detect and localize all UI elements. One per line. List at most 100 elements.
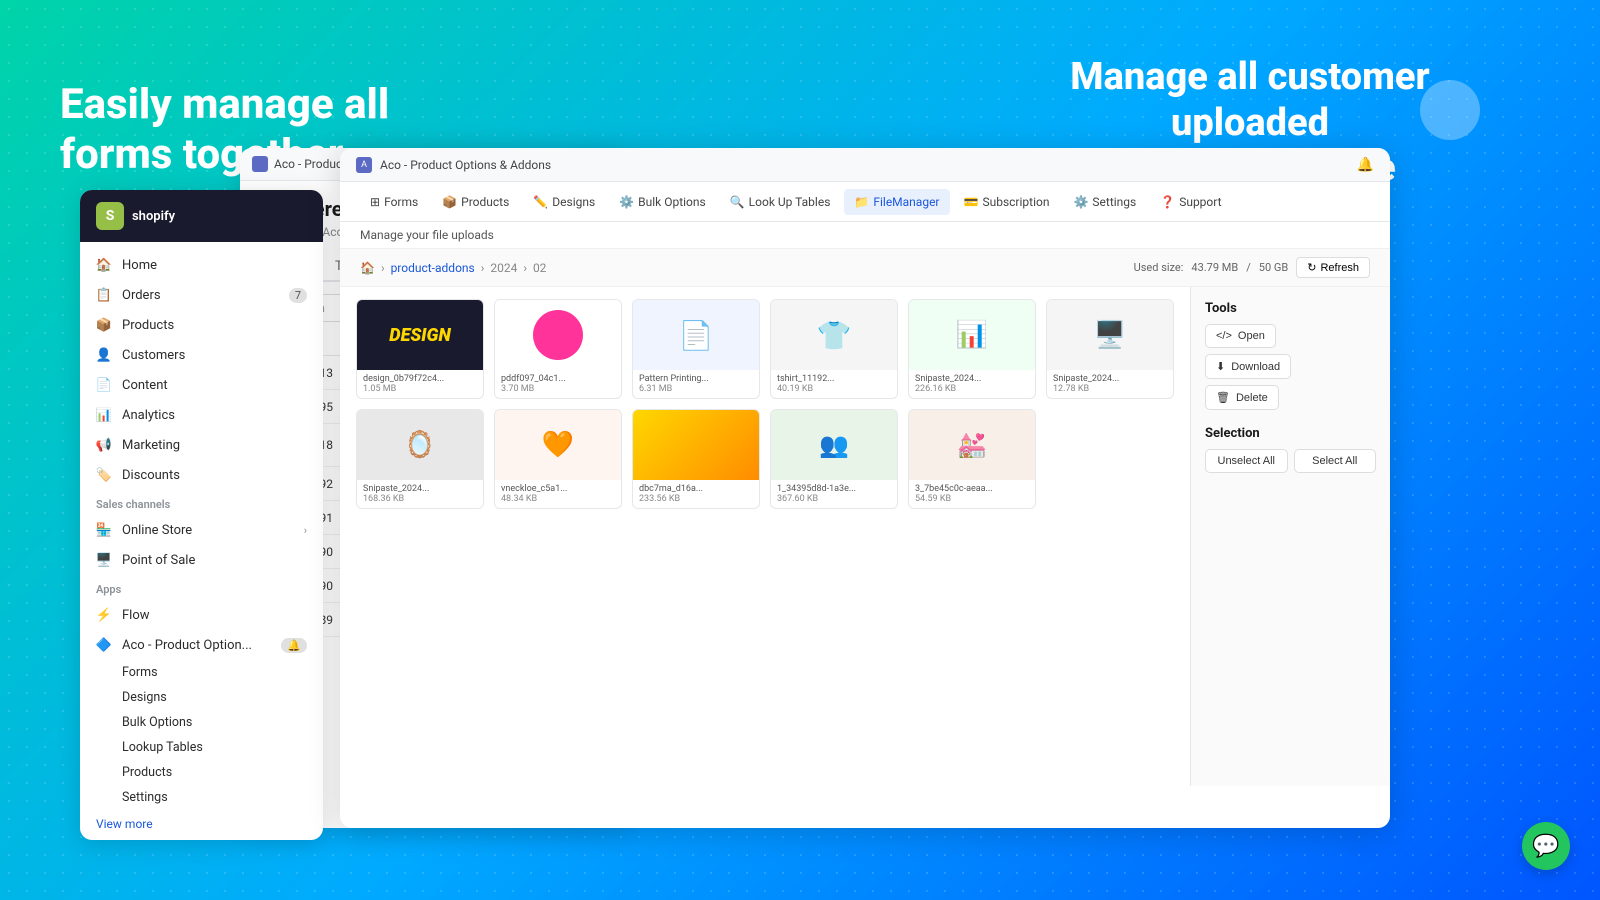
aco-notification-icon: 🔔 xyxy=(281,638,307,653)
sidebar-item-analytics[interactable]: 📊 Analytics xyxy=(80,400,323,430)
shirt-orange-thumb: 🧡 xyxy=(495,410,621,480)
file-item[interactable]: dbc7ma_d16a... 233.56 KB xyxy=(632,409,760,509)
file-item[interactable]: DESIGN design_0b79f72c4... 1.05 MB xyxy=(356,299,484,399)
customers-icon: 👤 xyxy=(96,347,112,363)
bell-icon[interactable]: 🔔 xyxy=(1357,157,1374,173)
file-item[interactable]: 📄 Pattern Printing... 6.31 MB xyxy=(632,299,760,399)
file-size: 1.05 MB xyxy=(363,384,477,394)
breadcrumb-product-addons[interactable]: product-addons xyxy=(391,261,475,275)
file-item[interactable]: 👕 tshirt_11192... 40.19 KB xyxy=(770,299,898,399)
app-icon: A xyxy=(356,157,372,173)
sidebar-item-aco[interactable]: 🔷 Aco - Product Option... 🔔 xyxy=(80,630,323,660)
analytics-icon: 📊 xyxy=(96,407,112,423)
sidebar-label-pos: Point of Sale xyxy=(122,553,195,568)
file-size: 54.59 KB xyxy=(915,494,1029,504)
lookup-tables-sublabel: Lookup Tables xyxy=(122,740,203,755)
breadcrumb-year: 2024 xyxy=(490,261,517,275)
file-name: pddf097_04c1... xyxy=(501,374,615,384)
file-name: Pattern Printing... xyxy=(639,374,753,384)
gold-thumb xyxy=(633,410,759,480)
view-more-link[interactable]: View more xyxy=(80,810,323,838)
file-item[interactable]: 📊 Snipaste_2024... 226.16 KB xyxy=(908,299,1036,399)
unselect-all-button[interactable]: Unselect All xyxy=(1205,449,1288,473)
right-hero-line1: Manage all customer uploaded xyxy=(1070,55,1429,145)
content-area: DESIGN design_0b79f72c4... 1.05 MB xyxy=(340,287,1390,786)
nav-designs[interactable]: ✏️ Designs xyxy=(523,189,605,215)
nav-subscription-label: Subscription xyxy=(982,195,1049,209)
doc-thumb: 📄 xyxy=(633,300,759,370)
open-button[interactable]: </> Open xyxy=(1205,324,1276,348)
nav-support[interactable]: ❓ Support xyxy=(1150,189,1231,215)
nav-filemanager[interactable]: 📁 FileManager xyxy=(844,189,949,215)
download-button[interactable]: ⬇ Download xyxy=(1205,354,1291,379)
sidebar-item-customers[interactable]: 👤 Customers xyxy=(80,340,323,370)
sidebar-label-home: Home xyxy=(122,258,157,273)
sidebar-sub-bulk-options[interactable]: Bulk Options xyxy=(80,710,323,735)
nav-settings[interactable]: ⚙️ Settings xyxy=(1063,189,1146,215)
file-item[interactable]: 👥 1_34395d8d-1a3e... 367.60 KB xyxy=(770,409,898,509)
chevron-right-icon: › xyxy=(304,524,307,537)
sidebar-sub-settings[interactable]: Settings xyxy=(80,785,323,810)
delete-icon: 🗑 xyxy=(1216,391,1230,404)
file-grid-row2: 🪞 Snipaste_2024... 168.36 KB 🧡 vneckloe_… xyxy=(356,409,1174,509)
forms-sublabel: Forms xyxy=(122,665,158,680)
file-item[interactable]: 🖥️ Snipaste_2024... 12.78 KB xyxy=(1046,299,1174,399)
aco-icon: 🔷 xyxy=(96,637,112,653)
storage-label: Used size: xyxy=(1134,261,1184,274)
delete-button[interactable]: 🗑 Delete xyxy=(1205,385,1279,410)
sidebar-sub-products[interactable]: Products xyxy=(80,760,323,785)
sidebar-item-content[interactable]: 📄 Content xyxy=(80,370,323,400)
file-name: 1_34395d8d-1a3e... xyxy=(777,484,891,494)
nav-lookup-tables[interactable]: 🔍 Look Up Tables xyxy=(720,189,841,215)
nav-forms[interactable]: ⊞ Forms xyxy=(360,189,428,215)
nav-products[interactable]: 📦 Products xyxy=(432,189,519,215)
shopify-sidebar: S shopify 🏠 Home 📋 Orders 7 📦 Products 👤… xyxy=(80,190,323,840)
bulk-options-sublabel: Bulk Options xyxy=(122,715,192,730)
chat-icon: 💬 xyxy=(1532,834,1559,859)
people-thumb: 👥 xyxy=(771,410,897,480)
select-all-button[interactable]: Select All xyxy=(1294,449,1377,473)
products-sublabel: Products xyxy=(122,765,172,780)
file-item[interactable]: 💒 3_7be45c0c-aeaa... 54.59 KB xyxy=(908,409,1036,509)
sidebar-item-orders[interactable]: 📋 Orders 7 xyxy=(80,280,323,310)
sidebar-label-discounts: Discounts xyxy=(122,468,180,483)
file-item[interactable]: 🪞 Snipaste_2024... 168.36 KB xyxy=(356,409,484,509)
sidebar-label-content: Content xyxy=(122,378,168,393)
products-nav-icon: 📦 xyxy=(442,195,457,209)
sidebar-sub-designs[interactable]: Designs xyxy=(80,685,323,710)
sidebar-item-discounts[interactable]: 🏷️ Discounts xyxy=(80,460,323,490)
discounts-icon: 🏷️ xyxy=(96,467,112,483)
nav-subscription[interactable]: 💳 Subscription xyxy=(954,189,1060,215)
download-label: Download xyxy=(1231,361,1280,373)
title-bar-text: Aco - Product Options & Addons xyxy=(380,158,1349,172)
sidebar-item-flow[interactable]: ⚡ Flow xyxy=(80,600,323,630)
file-item[interactable]: 🧡 vneckloe_c5a1... 48.34 KB xyxy=(494,409,622,509)
product-thumb: 🖥️ xyxy=(1047,300,1173,370)
file-name: tshirt_11192... xyxy=(777,374,891,384)
wardrobe-thumb: 🪞 xyxy=(357,410,483,480)
sidebar-item-home[interactable]: 🏠 Home xyxy=(80,250,323,280)
sidebar-item-products[interactable]: 📦 Products xyxy=(80,310,323,340)
pink-circle-thumb xyxy=(495,300,621,370)
select-all-label: Select All xyxy=(1312,455,1357,467)
file-item[interactable]: pddf097_04c1... 3.70 MB xyxy=(494,299,622,399)
sidebar-sub-lookup-tables[interactable]: Lookup Tables xyxy=(80,735,323,760)
storage-info: Used size: 43.79 MB / 50 GB ↻ Refresh xyxy=(1134,257,1370,278)
nav-products-label: Products xyxy=(461,195,509,209)
sidebar-item-point-of-sale[interactable]: 🖥️ Point of Sale xyxy=(80,545,323,575)
sidebar-sub-forms[interactable]: Forms xyxy=(80,660,323,685)
file-size: 3.70 MB xyxy=(501,384,615,394)
file-size: 6.31 MB xyxy=(639,384,753,394)
support-nav-icon: ❓ xyxy=(1160,195,1175,209)
main-panel: A Aco - Product Options & Addons 🔔 ⊞ For… xyxy=(340,148,1390,828)
selection-section: Selection Unselect All Select All xyxy=(1205,426,1376,473)
nav-bulk-options[interactable]: ⚙️ Bulk Options xyxy=(609,189,716,215)
breadcrumb-sep3: › xyxy=(523,261,527,275)
breadcrumb-home-icon[interactable]: 🏠 xyxy=(360,261,375,275)
sidebar-item-marketing[interactable]: 📢 Marketing xyxy=(80,430,323,460)
file-name: Snipaste_2024... xyxy=(363,484,477,494)
chat-bubble[interactable]: 💬 xyxy=(1522,822,1570,870)
designs-nav-icon: ✏️ xyxy=(533,195,548,209)
sidebar-item-online-store[interactable]: 🏪 Online Store › xyxy=(80,515,323,545)
refresh-button[interactable]: ↻ Refresh xyxy=(1296,257,1370,278)
